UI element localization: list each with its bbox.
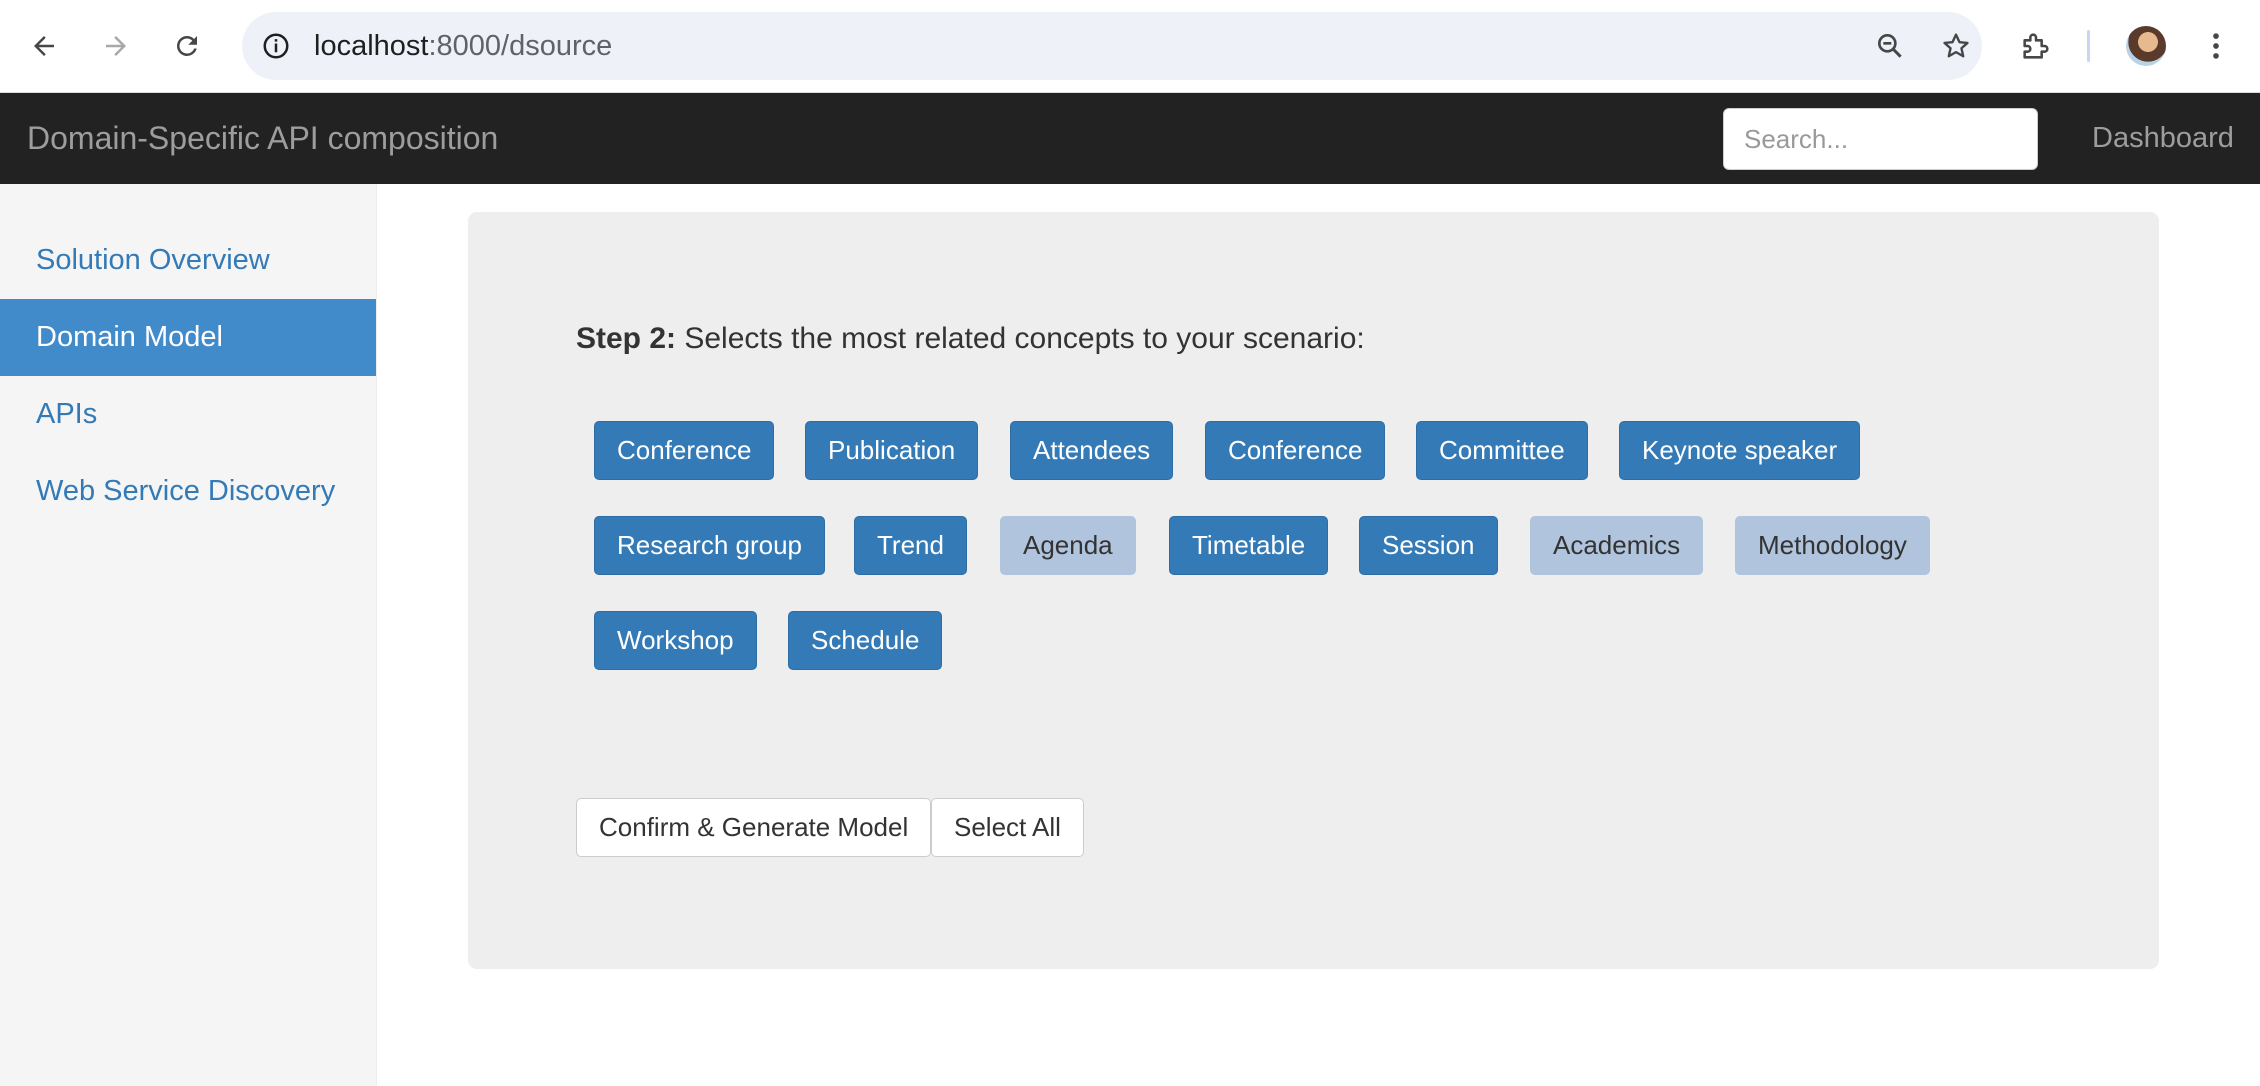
select-all-button[interactable]: Select All bbox=[931, 798, 1084, 857]
concept-button[interactable]: Conference bbox=[594, 421, 775, 480]
step-heading: Step 2: Selects the most related concept… bbox=[576, 322, 1365, 356]
zoom-icon[interactable] bbox=[1870, 26, 1910, 66]
address-bar[interactable]: localhost:8000/dsource bbox=[242, 12, 1982, 80]
toolbar-divider bbox=[2087, 30, 2090, 62]
sidebar: Solution Overview Domain Model APIs Web … bbox=[0, 184, 377, 1086]
sidebar-item-web-service-discovery[interactable]: Web Service Discovery bbox=[0, 453, 376, 530]
confirm-generate-model-button[interactable]: Confirm & Generate Model bbox=[576, 798, 932, 857]
concept-button[interactable]: Trend bbox=[854, 516, 967, 575]
sidebar-item-domain-model[interactable]: Domain Model bbox=[0, 299, 376, 376]
site-info-icon[interactable] bbox=[258, 28, 294, 64]
concept-button[interactable]: Academics bbox=[1530, 516, 1704, 575]
sidebar-item-solution-overview[interactable]: Solution Overview bbox=[0, 222, 376, 299]
browser-toolbar: localhost:8000/dsource bbox=[0, 0, 2260, 93]
concept-button[interactable]: Agenda bbox=[1000, 516, 1136, 575]
forward-arrow-icon[interactable] bbox=[92, 22, 140, 70]
concept-button[interactable]: Committee bbox=[1416, 421, 1588, 480]
kebab-menu-icon[interactable] bbox=[2196, 24, 2236, 68]
concept-button[interactable]: Timetable bbox=[1169, 516, 1329, 575]
dashboard-link[interactable]: Dashboard bbox=[2092, 93, 2234, 184]
step-label: Step 2: bbox=[576, 322, 677, 355]
search-input[interactable] bbox=[1723, 108, 2038, 170]
back-arrow-icon[interactable] bbox=[20, 22, 68, 70]
concept-button[interactable]: Methodology bbox=[1735, 516, 1930, 575]
url-text: localhost:8000/dsource bbox=[314, 12, 612, 80]
url-host: localhost bbox=[314, 30, 429, 62]
concept-button[interactable]: Workshop bbox=[594, 611, 757, 670]
sidebar-item-apis[interactable]: APIs bbox=[0, 376, 376, 453]
step-text: Selects the most related concepts to you… bbox=[676, 322, 1365, 355]
concept-button[interactable]: Session bbox=[1359, 516, 1498, 575]
concept-button[interactable]: Attendees bbox=[1010, 421, 1174, 480]
concept-button[interactable]: Publication bbox=[805, 421, 979, 480]
extensions-puzzle-icon[interactable] bbox=[2016, 24, 2056, 68]
url-path: :8000/dsource bbox=[428, 30, 613, 62]
concept-button[interactable]: Conference bbox=[1205, 421, 1386, 480]
bookmark-star-icon[interactable] bbox=[1936, 26, 1976, 66]
profile-avatar[interactable] bbox=[2126, 26, 2166, 66]
reload-icon[interactable] bbox=[163, 22, 211, 70]
app-brand[interactable]: Domain-Specific API composition bbox=[27, 93, 498, 184]
concept-button[interactable]: Research group bbox=[594, 516, 825, 575]
concept-button[interactable]: Schedule bbox=[788, 611, 943, 670]
concept-button[interactable]: Keynote speaker bbox=[1619, 421, 1861, 480]
app-navbar: Domain-Specific API composition Dashboar… bbox=[0, 93, 2260, 184]
